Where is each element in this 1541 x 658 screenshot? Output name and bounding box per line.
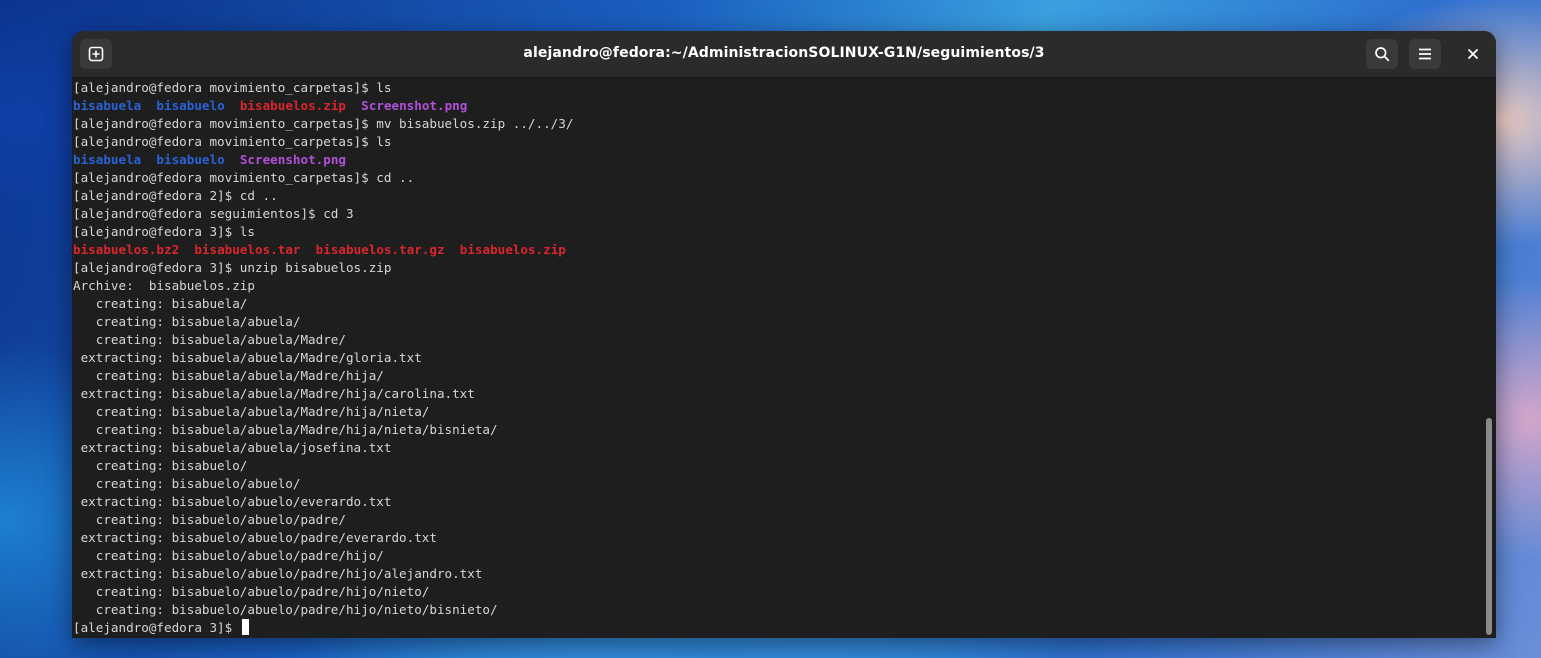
terminal-text: [alejandro@fedora movimiento_carpetas]$ … [73, 116, 574, 131]
terminal-text: creating: bisabuela/abuela/Madre/hija/ [73, 368, 384, 383]
directory-entry: bisabuela [73, 152, 142, 167]
terminal-line: extracting: bisabuela/abuela/Madre/hija/… [73, 385, 475, 403]
new-tab-button[interactable] [80, 39, 112, 69]
terminal-line: creating: bisabuela/abuela/Madre/ [73, 331, 346, 349]
terminal-text: [alejandro@fedora movimiento_carpetas]$ … [73, 170, 415, 185]
directory-entry: bisabuelo [156, 152, 225, 167]
shell-prompt: [alejandro@fedora 3]$ [73, 620, 240, 635]
text-cursor [241, 619, 249, 635]
terminal-text: extracting: bisabuela/abuela/josefina.tx… [73, 440, 392, 455]
terminal-output[interactable]: [alejandro@fedora movimiento_carpetas]$ … [72, 78, 1482, 638]
terminal-text: creating: bisabuela/abuela/Madre/hija/ni… [73, 422, 498, 437]
directory-entry: bisabuela [73, 98, 142, 113]
terminal-line: creating: bisabuela/abuela/Madre/hija/ [73, 367, 384, 385]
terminal-text: extracting: bisabuelo/abuelo/everardo.tx… [73, 494, 392, 509]
terminal-window: alejandro@fedora:~/AdministracionSOLINUX… [72, 31, 1496, 638]
terminal-line: extracting: bisabuelo/abuelo/padre/hijo/… [73, 565, 483, 583]
terminal-text: extracting: bisabuela/abuela/Madre/hija/… [73, 386, 475, 401]
scrollbar-thumb[interactable] [1486, 418, 1492, 635]
close-button[interactable] [1457, 39, 1489, 69]
terminal-line: creating: bisabuelo/abuelo/ [73, 475, 301, 493]
terminal-text: creating: bisabuela/abuela/Madre/hija/ni… [73, 404, 430, 419]
archive-entry: bisabuelos.tar.gz [315, 242, 445, 257]
terminal-line: extracting: bisabuelo/abuelo/padre/evera… [73, 529, 437, 547]
terminal-line: extracting: bisabuela/abuela/Madre/glori… [73, 349, 422, 367]
terminal-text: extracting: bisabuelo/abuelo/padre/evera… [73, 530, 437, 545]
terminal-line: [alejandro@fedora movimiento_carpetas]$ … [73, 133, 391, 151]
terminal-text: [alejandro@fedora seguimientos]$ cd 3 [73, 206, 354, 221]
image-entry: Screenshot.png [361, 98, 468, 113]
terminal-text: [alejandro@fedora 3]$ ls [73, 224, 255, 239]
terminal-line: creating: bisabuelo/abuelo/padre/hijo/ [73, 547, 384, 565]
image-entry: Screenshot.png [239, 152, 346, 167]
terminal-line: [alejandro@fedora movimiento_carpetas]$ … [73, 115, 573, 133]
title-bar[interactable]: alejandro@fedora:~/AdministracionSOLINUX… [72, 31, 1496, 78]
search-button[interactable] [1366, 39, 1398, 69]
terminal-text: creating: bisabuelo/abuelo/padre/hijo/ [73, 548, 384, 563]
terminal-text: extracting: bisabuela/abuela/Madre/glori… [73, 350, 422, 365]
terminal-line: [alejandro@fedora movimiento_carpetas]$ … [73, 169, 414, 187]
terminal-text: creating: bisabuela/abuela/ [73, 314, 301, 329]
archive-entry: bisabuelos.tar [194, 242, 301, 257]
archive-entry: bisabuelos.zip [459, 242, 566, 257]
terminal-line: extracting: bisabuelo/abuelo/everardo.tx… [73, 493, 392, 511]
terminal-text: [alejandro@fedora 2]$ cd .. [73, 188, 278, 203]
terminal-text: Archive: bisabuelos.zip [73, 278, 255, 293]
terminal-line: bisabuela bisabuelo bisabuelos.zip Scree… [73, 97, 467, 115]
terminal-line: creating: bisabuela/ [73, 295, 248, 313]
terminal-text: creating: bisabuelo/abuelo/padre/ [73, 512, 346, 527]
directory-entry: bisabuelo [156, 98, 225, 113]
terminal-line: creating: bisabuela/abuela/ [73, 313, 301, 331]
terminal-text: [alejandro@fedora movimiento_carpetas]$ … [73, 80, 392, 95]
terminal-line: creating: bisabuelo/ [73, 457, 248, 475]
terminal-text: creating: bisabuelo/abuelo/padre/hijo/ni… [73, 602, 498, 617]
terminal-text: creating: bisabuelo/ [73, 458, 248, 473]
terminal-line: [alejandro@fedora seguimientos]$ cd 3 [73, 205, 354, 223]
archive-entry: bisabuelos.bz2 [73, 242, 180, 257]
archive-entry: bisabuelos.zip [239, 98, 346, 113]
terminal-text: creating: bisabuela/abuela/Madre/ [73, 332, 346, 347]
terminal-line: [alejandro@fedora 3]$ unzip bisabuelos.z… [73, 259, 391, 277]
terminal-line: creating: bisabuela/abuela/Madre/hija/ni… [73, 403, 430, 421]
close-icon [1468, 49, 1478, 59]
new-tab-icon [88, 46, 104, 62]
terminal-line: creating: bisabuelo/abuelo/padre/hijo/ni… [73, 601, 498, 619]
terminal-line: [alejandro@fedora 2]$ cd .. [73, 187, 278, 205]
terminal-line: bisabuelos.bz2 bisabuelos.tar bisabuelos… [73, 241, 566, 259]
terminal-text: creating: bisabuelo/abuelo/padre/hijo/ni… [73, 584, 430, 599]
terminal-text: creating: bisabuelo/abuelo/ [73, 476, 301, 491]
terminal-text: [alejandro@fedora 3]$ unzip bisabuelos.z… [73, 260, 392, 275]
terminal-line: bisabuela bisabuelo Screenshot.png [73, 151, 346, 169]
menu-button[interactable] [1409, 39, 1441, 69]
terminal-text: creating: bisabuela/ [73, 296, 248, 311]
terminal-line: Archive: bisabuelos.zip [73, 277, 255, 295]
terminal-line: creating: bisabuela/abuela/Madre/hija/ni… [73, 421, 498, 439]
search-icon [1375, 47, 1390, 62]
terminal-line: creating: bisabuelo/abuelo/padre/hijo/ni… [73, 583, 430, 601]
terminal-line: extracting: bisabuela/abuela/josefina.tx… [73, 439, 392, 457]
window-title: alejandro@fedora:~/AdministracionSOLINUX… [523, 45, 1045, 61]
hamburger-menu-icon [1419, 48, 1431, 60]
terminal-text: [alejandro@fedora movimiento_carpetas]$ … [73, 134, 392, 149]
prompt-line[interactable]: [alejandro@fedora 3]$ [73, 619, 249, 637]
terminal-line: [alejandro@fedora 3]$ ls [73, 223, 255, 241]
terminal-text: extracting: bisabuelo/abuelo/padre/hijo/… [73, 566, 483, 581]
terminal-line: creating: bisabuelo/abuelo/padre/ [73, 511, 346, 529]
terminal-line: [alejandro@fedora movimiento_carpetas]$ … [73, 79, 391, 97]
